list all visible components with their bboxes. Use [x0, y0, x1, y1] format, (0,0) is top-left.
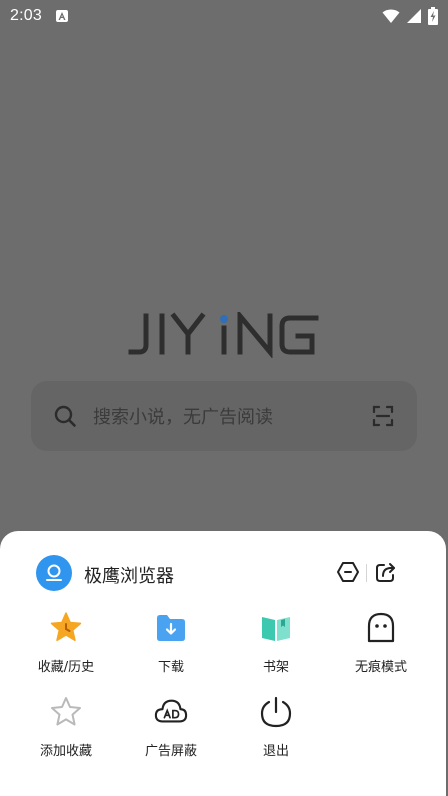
star-clock-icon	[49, 611, 83, 645]
menu-item-label: 书架	[262, 660, 289, 675]
user-icon	[46, 564, 62, 581]
share-button[interactable]	[373, 559, 399, 585]
ghost-icon	[364, 611, 398, 645]
a-letter-icon	[55, 10, 68, 22]
star-outline-icon	[49, 695, 83, 729]
menu-item-bookshelf[interactable]: 书架	[221, 611, 331, 689]
menu-header: 极鹰浏览器	[0, 531, 446, 615]
menu-item-label: 退出	[262, 744, 289, 759]
menu-item-label: 收藏/历史	[37, 660, 95, 675]
header-divider	[366, 564, 367, 582]
browser-menu-sheet: 极鹰浏览器 收藏/历史 下载 书架 无痕模式 添加收藏 广告屏蔽 退出	[0, 531, 446, 796]
app-name: 极鹰浏览器	[84, 566, 174, 587]
download-folder-icon	[154, 611, 188, 645]
share-icon	[376, 563, 395, 582]
power-icon	[259, 695, 293, 729]
menu-item-exit[interactable]: 退出	[221, 695, 331, 773]
settings-button[interactable]	[335, 559, 361, 585]
settings-hex-icon	[337, 562, 359, 582]
bookshelf-icon	[259, 611, 293, 645]
browser-home-screen: 2:03 搜索小说，无广告阅读 极鹰浏览器 收藏/历史 下载 书架 无痕模式 添…	[0, 0, 448, 796]
search-bar[interactable]: 搜索小说，无广告阅读	[31, 381, 417, 451]
menu-item-add-favorite[interactable]: 添加收藏	[11, 695, 121, 773]
battery-charging-icon	[428, 7, 438, 25]
signal-icon	[407, 9, 421, 23]
avatar[interactable]	[36, 555, 72, 591]
menu-item-label: 添加收藏	[39, 744, 92, 759]
search-placeholder: 搜索小说，无广告阅读	[93, 407, 273, 428]
status-bar: 2:03	[0, 0, 448, 32]
menu-item-ad-block[interactable]: 广告屏蔽	[116, 695, 226, 773]
menu-item-favorites-history[interactable]: 收藏/历史	[11, 611, 121, 689]
menu-item-download[interactable]: 下载	[116, 611, 226, 689]
status-time: 2:03	[10, 7, 42, 24]
wifi-icon	[382, 9, 400, 23]
menu-item-incognito[interactable]: 无痕模式	[326, 611, 436, 689]
jiying-logo	[128, 312, 319, 358]
status-icons	[382, 7, 438, 25]
search-icon	[54, 405, 76, 427]
ad-block-cloud-icon	[154, 695, 188, 729]
scan-icon[interactable]	[371, 404, 395, 428]
menu-item-label: 下载	[157, 660, 184, 675]
menu-item-label: 广告屏蔽	[144, 744, 197, 759]
menu-item-label: 无痕模式	[354, 660, 407, 675]
